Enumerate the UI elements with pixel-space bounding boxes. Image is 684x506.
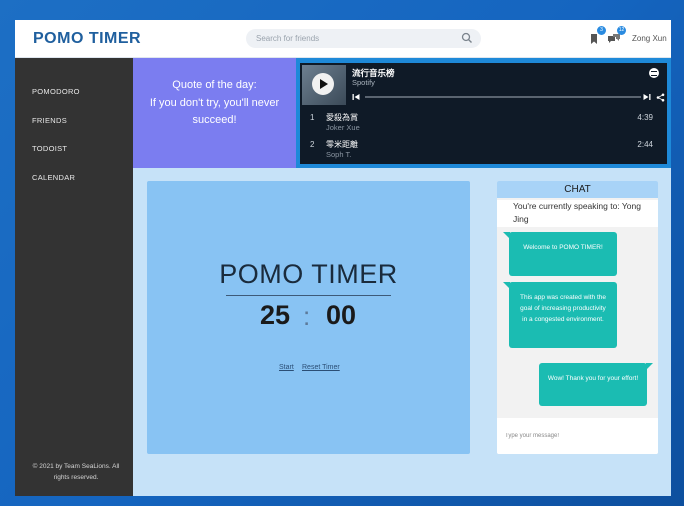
search-bar [246,29,481,48]
quote-heading: Quote of the day: [172,79,257,91]
track-name: 零米距離 [326,140,358,149]
reset-timer-button[interactable]: Reset Timer [302,364,340,371]
sidebar-item-calendar[interactable]: CALENDAR [32,173,75,182]
search-icon[interactable] [461,32,473,44]
chat-recipient: You're currently speaking to: Yong Jing [497,200,658,227]
playback-progress-bar[interactable] [365,96,641,98]
timer-title: POMO TIMER [219,259,398,289]
bookmark-button[interactable]: 3 [587,26,606,46]
quote-panel: Quote of the day: If you don't try, you'… [133,58,296,168]
app-window: POMO TIMER 3 12 Zong Xun POMODORO FRIE [15,20,671,496]
sidebar-item-todoist[interactable]: TODOIST [32,144,67,153]
chat-message-received: This app was created with the goal of in… [503,282,617,348]
playlist-cover [302,65,346,105]
playlist-provider: Spotify [352,78,375,87]
track-artist: Joker Xue [326,123,360,132]
timer-minutes: 25 [260,300,291,330]
messages-badge: 12 [617,26,626,35]
top-header: POMO TIMER 3 12 Zong Xun [15,20,671,58]
chat-input-area [497,418,658,454]
chat-messages[interactable]: Welcome to POMO TIMER! This app was crea… [497,229,658,412]
share-icon[interactable] [656,93,665,102]
chat-title: CHAT [497,181,658,198]
chat-message-received: Welcome to POMO TIMER! [503,232,617,276]
chat-message-input[interactable] [505,429,650,443]
spotify-player: 流行音乐榜 Spotify 1 愛殺為賞 Joker Xue 4:39 2 零米… [300,63,667,164]
quote-text: If you don't try, you'll never succeed! [149,96,280,127]
next-track-icon[interactable] [643,93,651,101]
timer-seconds: 00 [326,300,357,330]
chat-panel: CHAT You're currently speaking to: Yong … [497,181,658,454]
sidebar: POMODORO FRIENDS TODOIST CALENDAR © 2021… [15,58,133,496]
chat-message-sent: Wow! Thank you for your effort! [539,363,653,406]
search-input[interactable] [256,31,456,46]
track-number: 1 [310,113,315,122]
timer-card: POMO TIMER 25 : 00 Start Reset Timer [147,181,470,454]
sidebar-item-pomodoro[interactable]: POMODORO [32,87,80,96]
sidebar-item-friends[interactable]: FRIENDS [32,116,67,125]
track-row[interactable]: 1 愛殺為賞 Joker Xue 4:39 [300,110,667,136]
messages-button[interactable]: 12 [607,26,626,46]
spotify-logo-icon[interactable] [649,68,659,78]
copyright-footer: © 2021 by Team SeaLions. All rights rese… [32,463,120,481]
user-name[interactable]: Zong Xun [632,34,667,43]
previous-track-icon[interactable] [352,93,360,101]
track-duration: 4:39 [637,113,653,122]
app-logo[interactable]: POMO TIMER [33,30,141,48]
track-artist: Soph T. [326,150,352,159]
track-duration: 2:44 [637,140,653,149]
timer-divider [226,295,391,296]
track-number: 2 [310,140,315,149]
spotify-embed-frame: 流行音乐榜 Spotify 1 愛殺為賞 Joker Xue 4:39 2 零米… [296,58,671,168]
start-button[interactable]: Start [279,364,294,371]
bookmark-badge: 3 [597,26,606,35]
track-name: 愛殺為賞 [326,113,358,122]
timer-separator: : [303,301,311,331]
play-button[interactable] [312,73,334,95]
track-row[interactable]: 2 零米距離 Soph T. 2:44 [300,137,667,163]
